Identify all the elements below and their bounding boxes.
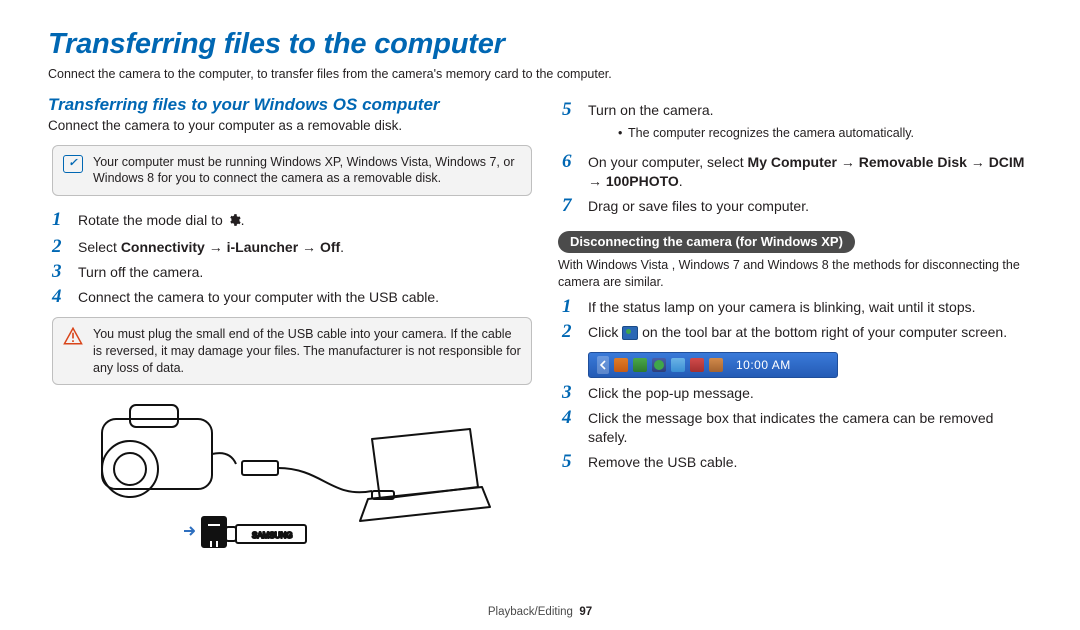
step-4: 4 Connect the camera to your computer wi… xyxy=(52,287,522,307)
step-number: 3 xyxy=(562,383,578,402)
warning-text: You must plug the small end of the USB c… xyxy=(93,326,521,377)
step-number: 6 xyxy=(562,152,578,171)
step-body: Click on the tool bar at the bottom righ… xyxy=(588,323,1007,342)
step-body: Turn on the camera. The computer recogni… xyxy=(588,101,914,147)
manual-page: Transferring files to the computer Conne… xyxy=(0,0,1080,630)
step-number: 4 xyxy=(562,408,578,427)
step-body: Select Connectivity → i-Launcher → Off. xyxy=(78,238,344,257)
step-body: Connect the camera to your computer with… xyxy=(78,288,439,307)
tray-icon xyxy=(671,358,685,372)
step-number: 5 xyxy=(562,452,578,471)
step-body: Rotate the mode dial to . xyxy=(78,211,245,232)
warning-callout: You must plug the small end of the USB c… xyxy=(52,317,532,386)
footer-page-number: 97 xyxy=(579,606,592,618)
step-number: 5 xyxy=(562,100,578,119)
right-steps-b-cont: 3 Click the pop-up message. 4 Click the … xyxy=(562,383,1032,472)
step-body: Click the pop-up message. xyxy=(588,384,754,403)
left-steps-list: 1 Rotate the mode dial to . 2 Select Con… xyxy=(52,210,522,307)
page-title: Transferring files to the computer xyxy=(48,28,1032,61)
step-body: Remove the USB cable. xyxy=(588,453,737,472)
svg-text:SAMSUNG: SAMSUNG xyxy=(252,531,292,540)
taskbar-clock: 10:00 AM xyxy=(736,358,791,372)
step-body: Drag or save files to your computer. xyxy=(588,197,809,216)
safely-remove-icon xyxy=(622,326,638,340)
page-footer: Playback/Editing 97 xyxy=(0,606,1080,618)
step-b3: 3 Click the pop-up message. xyxy=(562,383,1032,403)
footer-section: Playback/Editing xyxy=(488,606,573,618)
step-b4: 4 Click the message box that indicates t… xyxy=(562,408,1032,447)
right-steps-b: 1 If the status lamp on your camera is b… xyxy=(562,297,1032,342)
step-b2: 2 Click on the tool bar at the bottom ri… xyxy=(562,322,1032,342)
tray-icon xyxy=(614,358,628,372)
pill-subtext: With Windows Vista , Windows 7 and Windo… xyxy=(558,257,1032,291)
step-b1: 1 If the status lamp on your camera is b… xyxy=(562,297,1032,317)
step-body: On your computer, select My Computer → R… xyxy=(588,153,1032,191)
tray-icon xyxy=(690,358,704,372)
note-icon: ✓ xyxy=(63,155,83,173)
step-body: Turn off the camera. xyxy=(78,263,203,282)
step-b5: 5 Remove the USB cable. xyxy=(562,452,1032,472)
tray-safely-remove-icon xyxy=(652,358,666,372)
tray-icon xyxy=(633,358,647,372)
settings-gear-icon xyxy=(227,213,241,232)
step-3: 3 Turn off the camera. xyxy=(52,262,522,282)
step-number: 2 xyxy=(562,322,578,341)
step-body: If the status lamp on your camera is bli… xyxy=(588,298,976,317)
step-6: 6 On your computer, select My Computer →… xyxy=(562,152,1032,191)
left-column: Transferring files to your Windows OS co… xyxy=(48,95,522,554)
step-2: 2 Select Connectivity → i-Launcher → Off… xyxy=(52,237,522,257)
right-steps-a: 5 Turn on the camera. The computer recog… xyxy=(562,100,1032,215)
step-number: 2 xyxy=(52,237,68,256)
note-text: Your computer must be running Windows XP… xyxy=(93,154,521,188)
note-callout: ✓ Your computer must be running Windows … xyxy=(52,145,532,197)
step-1: 1 Rotate the mode dial to . xyxy=(52,210,522,232)
step-5: 5 Turn on the camera. The computer recog… xyxy=(562,100,1032,147)
subsection-pill: Disconnecting the camera (for Windows XP… xyxy=(558,231,855,253)
warning-icon xyxy=(63,327,83,345)
content-columns: Transferring files to your Windows OS co… xyxy=(48,95,1032,554)
step-number: 1 xyxy=(52,210,68,229)
step-7: 7 Drag or save files to your computer. xyxy=(562,196,1032,216)
taskbar-chevron-icon xyxy=(597,356,609,374)
step-sub-bullets: The computer recognizes the camera autom… xyxy=(618,125,914,142)
step-body: Click the message box that indicates the… xyxy=(588,409,1032,447)
step-number: 1 xyxy=(562,297,578,316)
step-number: 7 xyxy=(562,196,578,215)
section-subtext: Connect the camera to your computer as a… xyxy=(48,117,522,135)
right-column: 5 Turn on the camera. The computer recog… xyxy=(558,95,1032,554)
usb-connection-illustration: SAMSUNG xyxy=(72,399,522,554)
windows-taskbar-illustration: 10:00 AM xyxy=(588,352,838,378)
step-number: 3 xyxy=(52,262,68,281)
step-sub-bullet: The computer recognizes the camera autom… xyxy=(618,125,914,142)
page-intro: Connect the camera to the computer, to t… xyxy=(48,67,1032,81)
tray-icon xyxy=(709,358,723,372)
section-heading: Transferring files to your Windows OS co… xyxy=(48,95,522,115)
step-number: 4 xyxy=(52,287,68,306)
